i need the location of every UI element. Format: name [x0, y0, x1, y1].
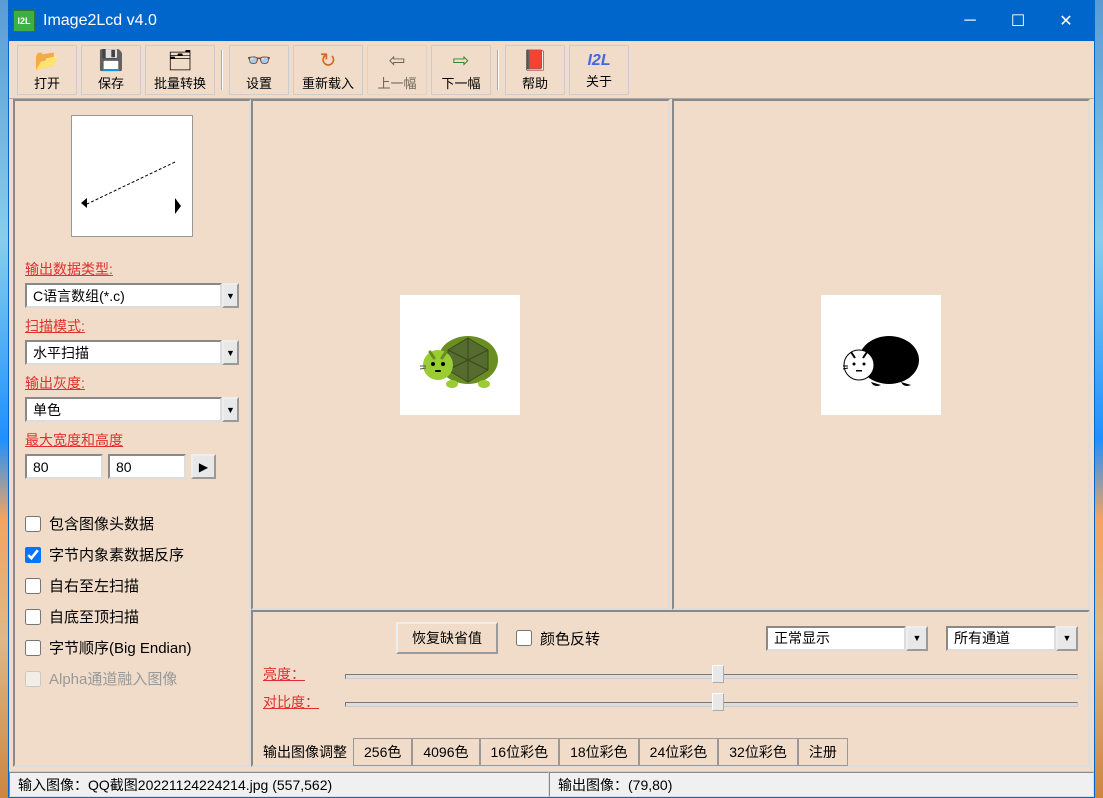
batch-icon: 🗂	[167, 49, 192, 73]
checkbox-2[interactable]: 自右至左扫描	[25, 575, 239, 596]
help-label: 帮助	[522, 73, 548, 92]
open-label: 打开	[34, 73, 60, 92]
output-preview	[672, 99, 1091, 610]
save-button[interactable]: 💾保存	[81, 45, 141, 95]
save-icon: 💾	[99, 49, 124, 73]
width-input[interactable]	[25, 454, 103, 479]
chevron-down-icon[interactable]: ▼	[222, 397, 239, 422]
tab-5[interactable]: 32位彩色	[718, 738, 798, 766]
window-title: Image2Lcd v4.0	[43, 12, 946, 30]
reload-button[interactable]: ↻重新载入	[293, 45, 363, 95]
gray-label: 输出灰度:	[25, 373, 239, 393]
maximize-button[interactable]: ☐	[994, 1, 1042, 41]
output-type-dropdown[interactable]: ▼	[25, 283, 239, 308]
checkbox-4[interactable]: 字节顺序(Big Endian)	[25, 637, 239, 658]
chevron-down-icon[interactable]: ▼	[1056, 626, 1078, 651]
invert-checkbox[interactable]: 颜色反转	[516, 628, 600, 649]
prev-button: ⇦上一幅	[367, 45, 427, 95]
checkbox-1[interactable]: 字节内象素数据反序	[25, 544, 239, 565]
about-icon: I2L	[587, 50, 610, 71]
display-dropdown[interactable]: ▼	[766, 626, 928, 651]
scan-visualization	[71, 115, 193, 237]
output-type-value[interactable]	[25, 283, 222, 308]
checkbox-5: Alpha通道融入图像	[25, 668, 239, 689]
size-apply-button[interactable]: ▶	[191, 454, 216, 479]
checkbox-0[interactable]: 包含图像头数据	[25, 513, 239, 534]
titlebar[interactable]: I2L Image2Lcd v4.0 ─ ☐ ✕	[9, 1, 1094, 41]
save-label: 保存	[98, 73, 124, 92]
next-icon: ⇨	[453, 49, 470, 73]
brightness-label: 亮度：	[263, 664, 331, 684]
batch-button[interactable]: 🗂批量转换	[145, 45, 215, 95]
reload-label: 重新载入	[302, 73, 354, 92]
prev-label: 上一幅	[378, 73, 417, 92]
open-icon: 📂	[35, 49, 60, 73]
about-button[interactable]: I2L关于	[569, 45, 629, 95]
output-type-label: 输出数据类型:	[25, 259, 239, 279]
status-bar: 输入图像：QQ截图20221124224214.jpg (557,562) 输出…	[9, 771, 1094, 797]
scan-mode-value[interactable]	[25, 340, 222, 365]
restore-defaults-button[interactable]: 恢复缺省值	[396, 622, 498, 654]
tab-0[interactable]: 256色	[353, 738, 412, 766]
checkbox-3[interactable]: 自底至顶扫描	[25, 606, 239, 627]
settings-label: 设置	[246, 73, 272, 92]
settings-icon: 👓	[247, 49, 272, 73]
toolbar: 📂打开💾保存🗂批量转换👓设置↻重新载入⇦上一幅⇨下一幅📕帮助I2L关于	[9, 41, 1094, 99]
close-button[interactable]: ✕	[1042, 1, 1090, 41]
batch-label: 批量转换	[154, 73, 206, 92]
size-label: 最大宽度和高度	[25, 430, 239, 450]
minimize-button[interactable]: ─	[946, 1, 994, 41]
help-button[interactable]: 📕帮助	[505, 45, 565, 95]
chevron-down-icon[interactable]: ▼	[906, 626, 928, 651]
input-status: 输入图像：QQ截图20221124224214.jpg (557,562)	[9, 772, 549, 797]
help-icon: 📕	[523, 49, 548, 73]
tab-3[interactable]: 18位彩色	[559, 738, 639, 766]
contrast-slider[interactable]	[345, 693, 1078, 711]
prev-icon: ⇦	[389, 49, 406, 73]
main-window: I2L Image2Lcd v4.0 ─ ☐ ✕ 📂打开💾保存🗂批量转换👓设置↻…	[8, 0, 1095, 798]
brightness-slider[interactable]	[345, 665, 1078, 683]
sidebar: 输出数据类型: ▼ 扫描模式: ▼ 输出灰度: ▼ 最大宽度和高度 ▶ 包含图	[13, 99, 251, 767]
gray-dropdown[interactable]: ▼	[25, 397, 239, 422]
tab-6[interactable]: 注册	[798, 738, 848, 766]
scan-mode-dropdown[interactable]: ▼	[25, 340, 239, 365]
channel-dropdown[interactable]: ▼	[946, 626, 1078, 651]
scan-mode-label: 扫描模式:	[25, 316, 239, 336]
source-image	[410, 310, 510, 400]
reload-icon: ↻	[320, 49, 337, 73]
gray-value[interactable]	[25, 397, 222, 422]
output-image	[831, 310, 931, 400]
source-preview	[251, 99, 670, 610]
next-button[interactable]: ⇨下一幅	[431, 45, 491, 95]
about-label: 关于	[586, 71, 612, 90]
settings-button[interactable]: 👓设置	[229, 45, 289, 95]
tab-1[interactable]: 4096色	[412, 738, 479, 766]
chevron-down-icon[interactable]: ▼	[222, 340, 239, 365]
tab-2[interactable]: 16位彩色	[480, 738, 560, 766]
controls-panel: 恢复缺省值 颜色反转 ▼ ▼ 亮度：	[251, 610, 1090, 767]
contrast-label: 对比度：	[263, 692, 331, 712]
app-icon: I2L	[13, 10, 35, 32]
chevron-down-icon[interactable]: ▼	[222, 283, 239, 308]
output-status: 输出图像：(79,80)	[549, 772, 1094, 797]
tabs-label: 输出图像调整	[263, 739, 353, 765]
height-input[interactable]	[108, 454, 186, 479]
tab-4[interactable]: 24位彩色	[639, 738, 719, 766]
next-label: 下一幅	[442, 73, 481, 92]
open-button[interactable]: 📂打开	[17, 45, 77, 95]
